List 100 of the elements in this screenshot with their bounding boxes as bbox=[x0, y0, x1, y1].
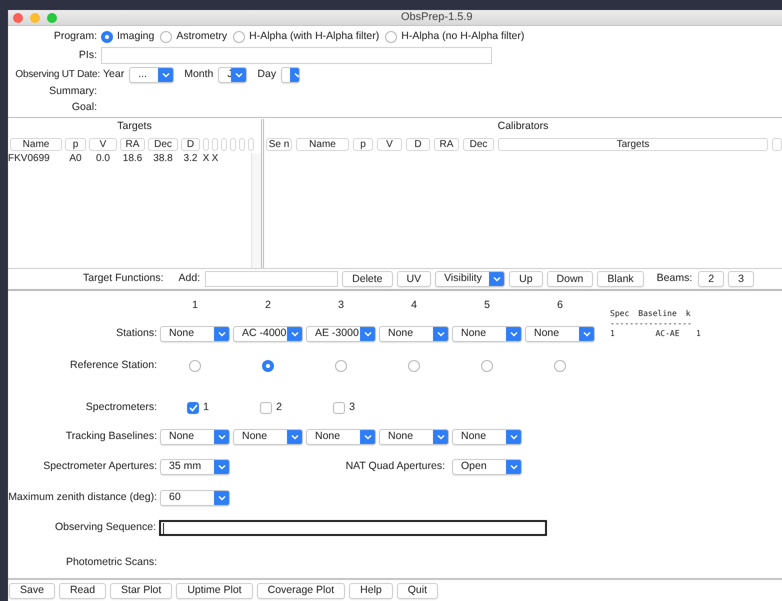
column-header[interactable] bbox=[221, 138, 227, 151]
chevron-down-icon bbox=[218, 331, 226, 337]
chevron-down-icon bbox=[492, 276, 501, 282]
column-header[interactable]: Targets bbox=[498, 138, 768, 151]
pis-field[interactable] bbox=[101, 47, 492, 64]
button[interactable]: Down bbox=[546, 271, 594, 287]
column-header[interactable]: RA bbox=[120, 138, 145, 151]
button[interactable]: 2 bbox=[698, 271, 724, 287]
dropdown[interactable]: 35 mm bbox=[160, 459, 230, 475]
field-label: Month bbox=[184, 66, 214, 82]
radio-label[interactable]: H-Alpha (no H-Alpha filter) bbox=[401, 29, 524, 45]
dropdown[interactable]: None bbox=[160, 429, 230, 445]
radio-button[interactable] bbox=[101, 31, 113, 43]
dropdown[interactable]: None bbox=[525, 326, 595, 342]
table-cell: 1 bbox=[610, 329, 615, 339]
button[interactable]: Blank bbox=[597, 271, 644, 287]
radio-label[interactable]: Imaging bbox=[117, 29, 154, 45]
column-header[interactable] bbox=[772, 138, 782, 151]
radio-button[interactable] bbox=[233, 31, 246, 43]
column-header[interactable]: D bbox=[181, 138, 200, 151]
column-header[interactable]: Dec bbox=[148, 138, 178, 151]
column-header[interactable] bbox=[248, 138, 254, 151]
button[interactable]: 3 bbox=[728, 271, 754, 287]
add-field[interactable] bbox=[205, 271, 338, 287]
minimize-icon[interactable] bbox=[30, 12, 40, 22]
button[interactable]: Help bbox=[349, 582, 393, 598]
radio-button[interactable] bbox=[554, 360, 566, 372]
dropdown[interactable]: None bbox=[306, 429, 376, 445]
column-header[interactable]: Name bbox=[10, 138, 62, 151]
column-header[interactable] bbox=[212, 138, 218, 151]
chevron-down-icon bbox=[290, 434, 298, 440]
radio-button[interactable] bbox=[160, 31, 172, 43]
column-header[interactable]: V bbox=[377, 138, 402, 151]
dropdown[interactable] bbox=[281, 66, 300, 82]
field-label: Observing UT Date: bbox=[15, 68, 100, 82]
scrollbar[interactable] bbox=[251, 153, 261, 268]
column-header[interactable] bbox=[230, 138, 236, 151]
field-label: Add: bbox=[178, 271, 200, 286]
dropdown[interactable]: AC -4000 bbox=[233, 326, 303, 342]
field-label: Goal: bbox=[72, 100, 97, 116]
radio-label[interactable]: H-Alpha (with H-Alpha filter) bbox=[249, 29, 380, 45]
radio-button[interactable] bbox=[189, 360, 201, 372]
button[interactable]: Quit bbox=[396, 582, 438, 598]
maximize-icon[interactable] bbox=[47, 12, 57, 22]
checkbox-label[interactable]: 3 bbox=[349, 400, 355, 416]
dropdown[interactable]: Visibility bbox=[435, 271, 506, 287]
dropdown[interactable]: None bbox=[452, 326, 522, 342]
checkbox[interactable] bbox=[333, 402, 346, 414]
dropdown[interactable]: ... bbox=[129, 66, 174, 82]
radio-label[interactable]: Astrometry bbox=[176, 29, 228, 45]
button[interactable]: UV bbox=[396, 271, 432, 287]
column-header[interactable]: V bbox=[89, 138, 117, 151]
column-header[interactable] bbox=[203, 138, 209, 151]
button[interactable]: Read bbox=[58, 582, 106, 598]
column-header[interactable] bbox=[239, 138, 245, 151]
dropdown[interactable]: None bbox=[233, 429, 303, 445]
chevron-down-icon bbox=[436, 331, 444, 337]
column-header[interactable]: Se n bbox=[266, 138, 292, 151]
column-header[interactable]: Dec bbox=[463, 138, 494, 151]
checkbox[interactable] bbox=[187, 402, 200, 414]
column-number: 4 bbox=[411, 298, 417, 314]
field-label: Reference Station: bbox=[70, 358, 157, 374]
column-header: Baseline bbox=[638, 309, 677, 319]
button[interactable]: Coverage Plot bbox=[256, 582, 346, 598]
checkbox-label[interactable]: 1 bbox=[203, 400, 209, 416]
field-label: Year bbox=[103, 66, 124, 82]
column-header[interactable]: p bbox=[65, 138, 86, 151]
close-icon[interactable] bbox=[13, 12, 23, 22]
column-header[interactable]: p bbox=[353, 138, 373, 151]
dropdown[interactable]: AE -3000 bbox=[306, 326, 376, 342]
radio-button[interactable] bbox=[335, 360, 347, 372]
dropdown[interactable]: Open bbox=[452, 459, 522, 475]
field-label: Day bbox=[257, 66, 276, 82]
button[interactable]: Star Plot bbox=[110, 582, 172, 598]
radio-button[interactable] bbox=[408, 360, 420, 372]
window-title: ObsPrep-1.5.9 bbox=[401, 10, 473, 26]
column-header[interactable]: Name bbox=[296, 138, 349, 151]
button[interactable]: Save bbox=[9, 582, 55, 598]
dropdown[interactable]: None bbox=[379, 326, 449, 342]
table-cell-text: 3.2 bbox=[184, 152, 198, 166]
checkbox[interactable] bbox=[260, 402, 272, 414]
column-header: k bbox=[686, 309, 691, 319]
column-header[interactable]: RA bbox=[434, 138, 459, 151]
checkbox-label[interactable]: 2 bbox=[276, 400, 282, 416]
dropdown[interactable]: 60 bbox=[160, 490, 230, 506]
column-header[interactable]: D bbox=[406, 138, 430, 151]
dropdown[interactable]: None bbox=[160, 326, 230, 342]
field-label: Program: bbox=[54, 29, 97, 44]
button[interactable]: Delete bbox=[342, 271, 393, 287]
table-cell: 1 bbox=[696, 329, 701, 339]
sequence-field[interactable] bbox=[159, 520, 547, 536]
button[interactable]: Uptime Plot bbox=[176, 582, 253, 598]
radio-button[interactable] bbox=[481, 360, 493, 372]
chevron-down-icon bbox=[364, 434, 372, 440]
button[interactable]: Up bbox=[509, 271, 543, 287]
radio-button[interactable] bbox=[385, 31, 398, 43]
dropdown[interactable]: None bbox=[379, 429, 449, 445]
radio-button[interactable] bbox=[262, 360, 274, 372]
dropdown[interactable]: None bbox=[452, 429, 522, 445]
chevron-down-icon bbox=[436, 434, 444, 440]
